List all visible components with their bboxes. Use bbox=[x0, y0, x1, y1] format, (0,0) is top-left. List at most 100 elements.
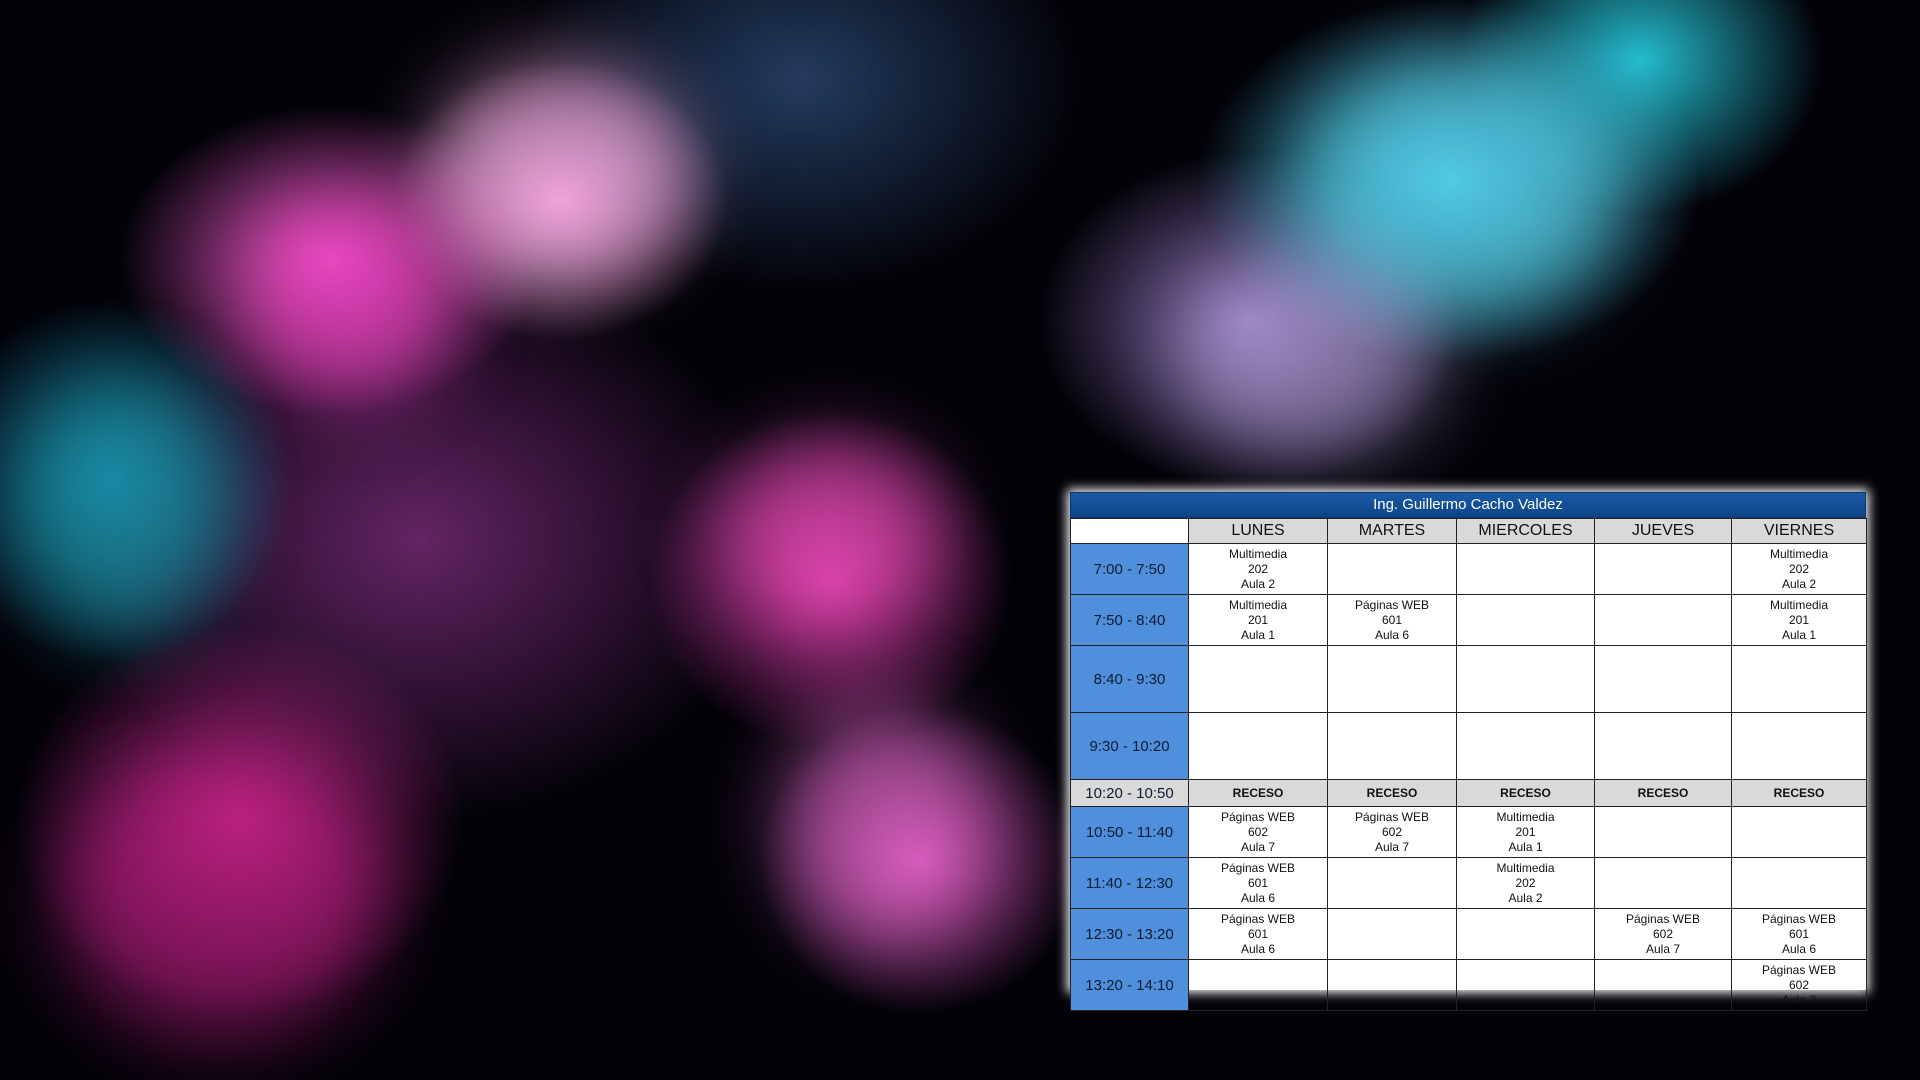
class-group: 201 bbox=[1247, 612, 1269, 627]
time-slot-label: 12:30 - 13:20 bbox=[1070, 908, 1189, 960]
empty-cell bbox=[1327, 712, 1457, 780]
schedule-panel: Ing. Guillermo Cacho Valdez LUNES MARTES… bbox=[1070, 492, 1867, 1011]
empty-cell bbox=[1731, 857, 1867, 909]
day-header: VIERNES bbox=[1731, 518, 1867, 544]
recess-cell: RECESO bbox=[1731, 779, 1867, 807]
class-group: 601 bbox=[1247, 926, 1269, 941]
empty-cell bbox=[1456, 908, 1595, 960]
time-slot-row: 10:50 - 11:40 Páginas WEB 602 Aula 7 Páginas… bbox=[1070, 806, 1867, 858]
class-group: 202 bbox=[1515, 875, 1536, 890]
empty-cell bbox=[1327, 645, 1457, 713]
class-room: Aula 2 bbox=[1508, 890, 1543, 905]
empty-cell bbox=[1456, 645, 1595, 713]
time-slot-label: 9:30 - 10:20 bbox=[1070, 712, 1189, 780]
class-cell: Páginas WEB 601 Aula 6 bbox=[1327, 594, 1457, 646]
recess-cell: RECESO bbox=[1456, 779, 1595, 807]
class-group: 601 bbox=[1247, 875, 1269, 890]
class-group: 602 bbox=[1788, 977, 1810, 992]
empty-cell bbox=[1594, 806, 1732, 858]
class-subject: Multimedia bbox=[1228, 546, 1288, 561]
class-cell: Páginas WEB 601 Aula 6 bbox=[1188, 908, 1328, 960]
empty-cell bbox=[1188, 959, 1328, 1011]
class-subject: Páginas WEB bbox=[1220, 860, 1296, 875]
time-slot-row: 8:40 - 9:30 bbox=[1070, 645, 1867, 713]
class-room: Aula 7 bbox=[1374, 839, 1410, 854]
time-slot-row: 11:40 - 12:30 Páginas WEB 601 Aula 6 Multime… bbox=[1070, 857, 1867, 909]
empty-cell bbox=[1188, 712, 1328, 780]
class-room: Aula 1 bbox=[1240, 627, 1276, 642]
day-header-row: LUNES MARTES MIERCOLES JUEVES VIERNES bbox=[1070, 518, 1867, 544]
class-group: 602 bbox=[1652, 926, 1674, 941]
class-room: Aula 2 bbox=[1781, 576, 1817, 591]
empty-cell bbox=[1594, 543, 1732, 595]
class-subject: Multimedia bbox=[1769, 546, 1829, 561]
empty-cell bbox=[1594, 594, 1732, 646]
time-slot-row: 7:50 - 8:40 Multimedia 201 Aula 1 Páginas WE… bbox=[1070, 594, 1867, 646]
empty-cell bbox=[1456, 959, 1595, 1011]
class-cell: Páginas WEB 601 Aula 6 bbox=[1188, 857, 1328, 909]
class-cell: Páginas WEB 601 Aula 6 bbox=[1731, 908, 1867, 960]
class-room: Aula 1 bbox=[1781, 627, 1817, 642]
day-header: MIERCOLES bbox=[1456, 518, 1595, 544]
time-slot-label: 8:40 - 9:30 bbox=[1070, 645, 1189, 713]
class-group: 202 bbox=[1788, 561, 1810, 576]
class-room: Aula 6 bbox=[1240, 890, 1276, 905]
class-room: Aula 7 bbox=[1781, 992, 1817, 1007]
recess-cell: RECESO bbox=[1327, 779, 1457, 807]
class-subject: RECESO bbox=[1637, 785, 1689, 800]
class-group: 202 bbox=[1247, 561, 1269, 576]
time-slot-label: 13:20 - 14:10 bbox=[1070, 959, 1189, 1011]
class-subject: Multimedia bbox=[1496, 809, 1555, 824]
schedule-title: Ing. Guillermo Cacho Valdez bbox=[1070, 492, 1866, 518]
class-subject: Páginas WEB bbox=[1220, 809, 1296, 824]
class-subject: Multimedia bbox=[1228, 597, 1288, 612]
time-slot-label: 7:00 - 7:50 bbox=[1070, 543, 1189, 595]
schedule-body: 7:00 - 7:50 Multimedia 202 Aula 2 Multimedia… bbox=[1070, 543, 1867, 1011]
class-cell: Multimedia 202 Aula 2 bbox=[1731, 543, 1867, 595]
class-room: Aula 6 bbox=[1374, 627, 1410, 642]
class-subject: Multimedia bbox=[1496, 860, 1555, 875]
class-subject: Multimedia bbox=[1769, 597, 1829, 612]
class-subject: RECESO bbox=[1366, 785, 1418, 800]
class-subject: Páginas WEB bbox=[1354, 809, 1430, 824]
class-group: 602 bbox=[1247, 824, 1269, 839]
class-group: 601 bbox=[1381, 612, 1403, 627]
time-slot-label: 10:50 - 11:40 bbox=[1070, 806, 1189, 858]
class-cell: Multimedia 201 Aula 1 bbox=[1188, 594, 1328, 646]
class-room: Aula 2 bbox=[1240, 576, 1276, 591]
empty-cell bbox=[1731, 806, 1867, 858]
empty-cell bbox=[1731, 645, 1867, 713]
class-group: 601 bbox=[1788, 926, 1810, 941]
time-slot-label: 10:20 - 10:50 bbox=[1070, 779, 1189, 807]
class-subject: Páginas WEB bbox=[1354, 597, 1430, 612]
schedule-table: LUNES MARTES MIERCOLES JUEVES VIERNES 7:… bbox=[1070, 518, 1867, 1011]
class-cell: Páginas WEB 602 Aula 7 bbox=[1188, 806, 1328, 858]
class-cell: Multimedia 202 Aula 2 bbox=[1188, 543, 1328, 595]
empty-cell bbox=[1456, 594, 1595, 646]
class-cell: Páginas WEB 602 Aula 7 bbox=[1594, 908, 1732, 960]
empty-cell bbox=[1327, 857, 1457, 909]
class-subject: RECESO bbox=[1500, 785, 1551, 800]
class-room: Aula 6 bbox=[1781, 941, 1817, 956]
day-header: LUNES bbox=[1188, 518, 1328, 544]
class-subject: Páginas WEB bbox=[1220, 911, 1296, 926]
class-cell: Páginas WEB 602 Aula 7 bbox=[1731, 959, 1867, 1011]
day-header: MARTES bbox=[1327, 518, 1457, 544]
time-slot-row: 7:00 - 7:50 Multimedia 202 Aula 2 Multimedia… bbox=[1070, 543, 1867, 595]
time-slot-label: 11:40 - 12:30 bbox=[1070, 857, 1189, 909]
class-subject: RECESO bbox=[1773, 785, 1825, 800]
empty-cell bbox=[1594, 712, 1732, 780]
time-slot-label: 7:50 - 8:40 bbox=[1070, 594, 1189, 646]
day-header: JUEVES bbox=[1594, 518, 1732, 544]
class-group: 201 bbox=[1515, 824, 1536, 839]
class-group: 201 bbox=[1788, 612, 1810, 627]
class-subject: RECESO bbox=[1232, 785, 1284, 800]
class-cell: Páginas WEB 602 Aula 7 bbox=[1327, 806, 1457, 858]
empty-cell bbox=[1327, 908, 1457, 960]
class-cell: Multimedia 201 Aula 1 bbox=[1456, 806, 1595, 858]
empty-cell bbox=[1594, 645, 1732, 713]
class-room: Aula 7 bbox=[1240, 839, 1276, 854]
time-slot-row: 13:20 - 14:10 Páginas WEB 602 Aula 7 bbox=[1070, 959, 1867, 1011]
empty-cell bbox=[1594, 857, 1732, 909]
empty-cell bbox=[1188, 645, 1328, 713]
